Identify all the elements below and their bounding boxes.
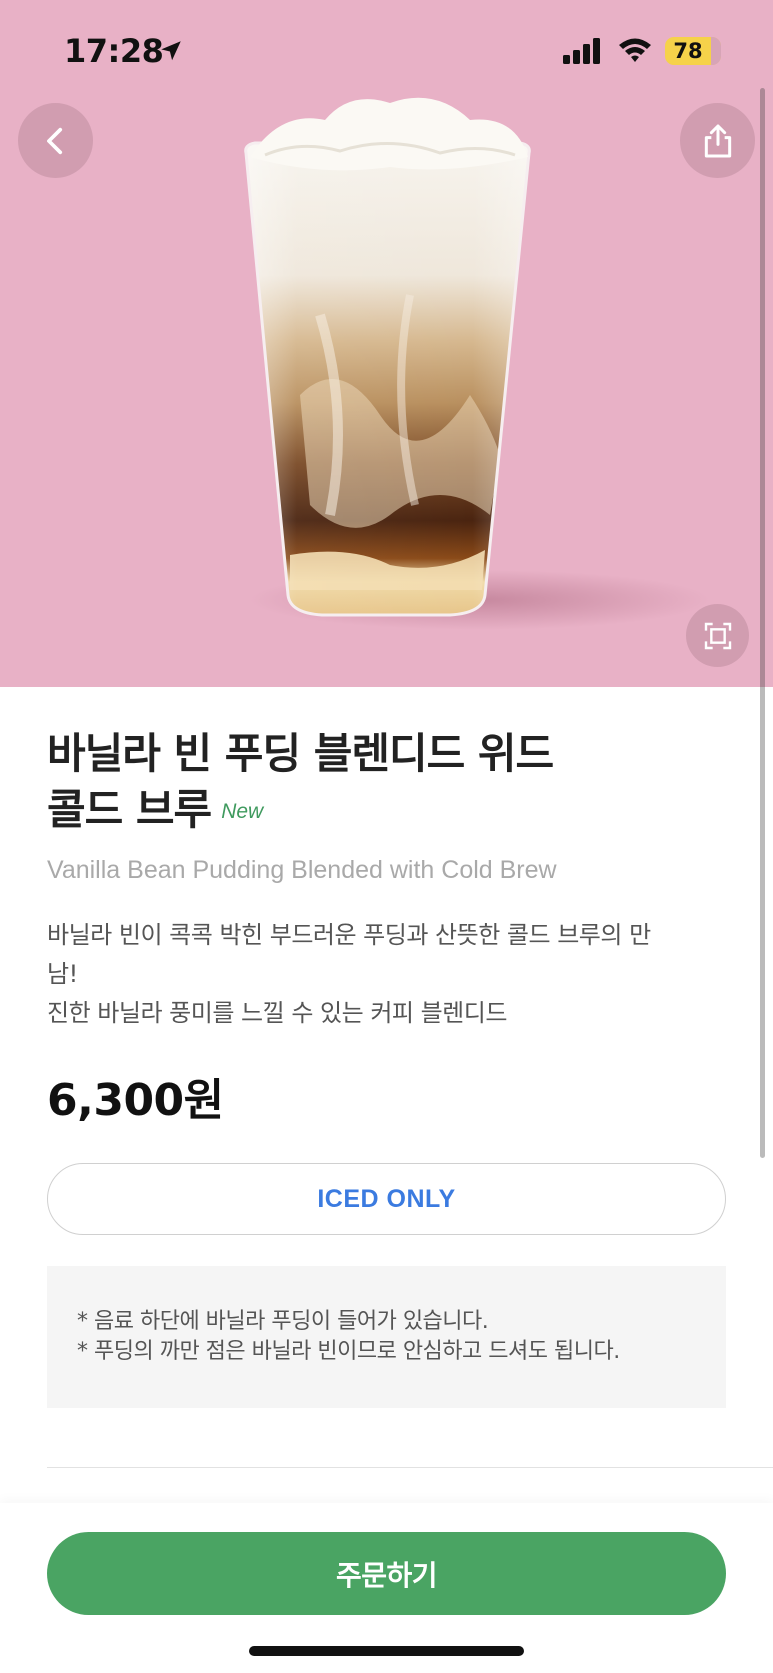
battery-icon: 78 <box>665 37 721 65</box>
product-hero-image <box>0 0 773 687</box>
temperature-option[interactable]: ICED ONLY <box>47 1163 726 1235</box>
product-english-name: Vanilla Bean Pudding Blended with Cold B… <box>47 856 557 884</box>
new-badge: New <box>221 800 264 823</box>
product-description: 바닐라 빈이 콕콕 박힌 부드러운 푸딩과 산뜻한 콜드 브루의 만 남! 진한… <box>47 916 727 1033</box>
drink-image <box>244 97 710 630</box>
product-title-line1: 바닐라 빈 푸딩 블렌디드 위드 <box>47 729 554 778</box>
cellular-signal-icon <box>563 38 603 69</box>
scrollbar[interactable] <box>760 88 765 1158</box>
divider <box>47 1467 773 1468</box>
notice-line: * 푸딩의 까만 점은 바닐라 빈이므로 안심하고 드셔도 됩니다. <box>77 1339 620 1364</box>
wifi-icon <box>617 36 653 69</box>
description-line: 진한 바닐라 풍미를 느낄 수 있는 커피 블렌디드 <box>47 999 507 1027</box>
back-button[interactable] <box>18 103 93 178</box>
status-bar: 17:28 78 <box>0 0 773 100</box>
location-arrow-icon <box>158 38 184 69</box>
status-time: 17:28 <box>64 32 164 70</box>
expand-icon <box>704 622 731 649</box>
battery-level: 78 <box>673 39 703 63</box>
product-price: 6,300원 <box>47 1075 224 1126</box>
product-title-line2: 콜드 브루 <box>47 785 212 834</box>
back-chevron-icon <box>46 127 62 154</box>
product-title-line2-row: 콜드 브루 New <box>47 782 667 840</box>
home-indicator[interactable] <box>249 1646 524 1656</box>
description-line: 바닐라 빈이 콕콕 박힌 부드러운 푸딩과 산뜻한 콜드 브루의 만 <box>47 921 651 949</box>
share-icon <box>704 124 731 157</box>
description-line: 남! <box>47 960 78 988</box>
share-button[interactable] <box>680 103 755 178</box>
notice-line: * 음료 하단에 바닐라 푸딩이 들어가 있습니다. <box>77 1309 489 1334</box>
order-button[interactable]: 주문하기 <box>47 1532 726 1615</box>
expand-image-button[interactable] <box>686 604 749 667</box>
product-notice: * 음료 하단에 바닐라 푸딩이 들어가 있습니다. * 푸딩의 까만 점은 바… <box>47 1266 726 1408</box>
product-title: 바닐라 빈 푸딩 블렌디드 위드 콜드 브루 New <box>47 726 667 840</box>
